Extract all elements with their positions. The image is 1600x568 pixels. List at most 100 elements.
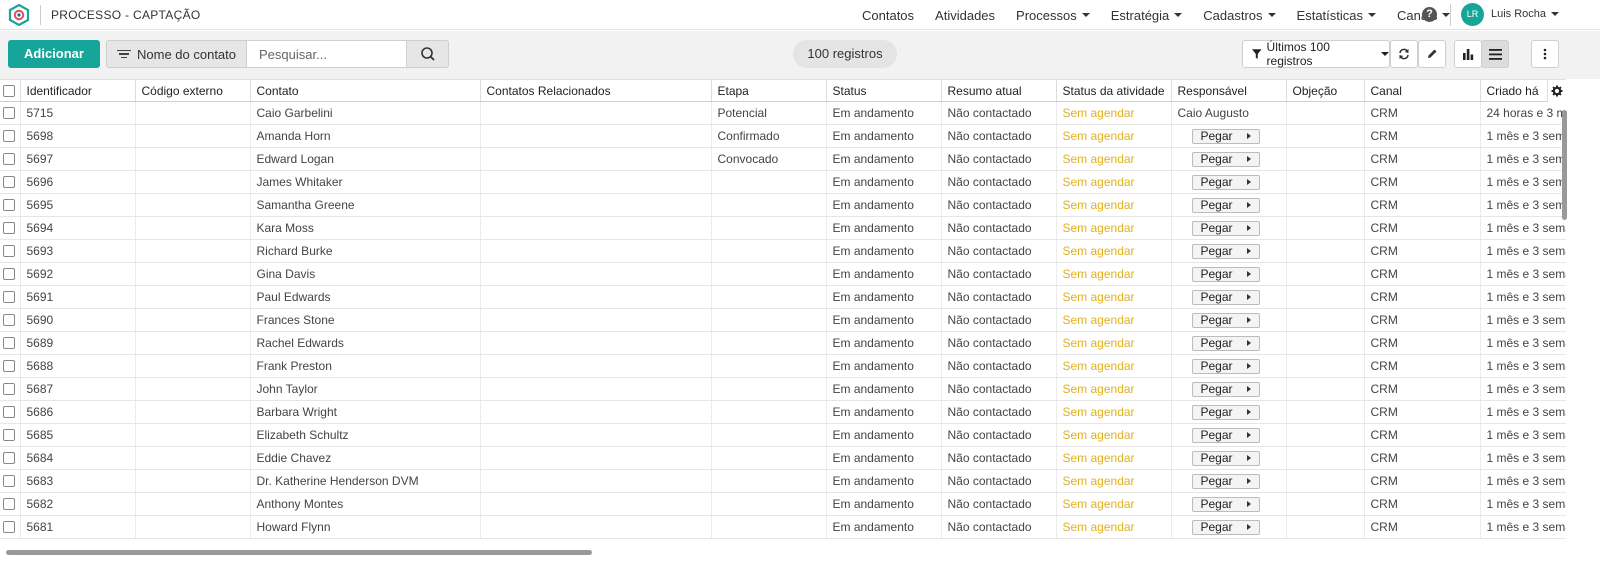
- row-select-cell[interactable]: [0, 377, 21, 401]
- nav-estatisticas[interactable]: Estatísticas: [1297, 8, 1376, 23]
- column-header[interactable]: Responsável: [1171, 79, 1287, 102]
- column-header[interactable]: Identificador: [20, 79, 136, 102]
- column-header[interactable]: Canal: [1364, 79, 1481, 102]
- row-select-cell[interactable]: [0, 239, 21, 263]
- horizontal-scrollbar[interactable]: [6, 550, 592, 555]
- row-select-cell[interactable]: [0, 331, 21, 355]
- table-row[interactable]: 5689 Rachel Edwards Em andamento Não contac…: [0, 331, 1566, 355]
- row-checkbox[interactable]: [3, 383, 15, 395]
- row-select-cell[interactable]: [0, 216, 21, 240]
- pegar-button[interactable]: Pegar: [1191, 473, 1260, 489]
- row-checkbox[interactable]: [3, 475, 15, 487]
- row-checkbox[interactable]: [3, 337, 15, 349]
- pegar-button[interactable]: Pegar: [1191, 335, 1260, 351]
- table-row[interactable]: 5697 Edward Logan Convocado Em andamento Não…: [0, 147, 1566, 171]
- pegar-button[interactable]: Pegar: [1191, 519, 1260, 535]
- row-select-cell[interactable]: [0, 469, 21, 493]
- column-header[interactable]: Contatos Relacionados: [480, 79, 712, 102]
- table-row[interactable]: 5696 James Whitaker Em andamento Não contac…: [0, 170, 1566, 194]
- column-header[interactable]: Contato: [250, 79, 481, 102]
- nav-estrategia[interactable]: Estratégia: [1111, 8, 1183, 23]
- row-select-cell[interactable]: [0, 492, 21, 516]
- row-checkbox[interactable]: [3, 314, 15, 326]
- pegar-button[interactable]: Pegar: [1191, 404, 1260, 420]
- row-checkbox[interactable]: [3, 406, 15, 418]
- table-row[interactable]: 5686 Barbara Wright Em andamento Não contac…: [0, 400, 1566, 424]
- column-header[interactable]: Status da atividade: [1056, 79, 1172, 102]
- avatar[interactable]: LR: [1461, 3, 1484, 26]
- pegar-button[interactable]: Pegar: [1191, 128, 1260, 144]
- vertical-scrollbar[interactable]: [1562, 110, 1567, 220]
- pegar-button[interactable]: Pegar: [1191, 312, 1260, 328]
- edit-button[interactable]: [1418, 40, 1446, 68]
- table-row[interactable]: 5685 Elizabeth Schultz Em andamento Não con…: [0, 423, 1566, 447]
- recent-records-filter[interactable]: Últimos 100 registros: [1242, 40, 1390, 68]
- table-row[interactable]: 5687 John Taylor Em andamento Não contactad…: [0, 377, 1566, 401]
- row-select-cell[interactable]: [0, 170, 21, 194]
- column-header[interactable]: Etapa: [711, 79, 827, 102]
- row-select-cell[interactable]: [0, 147, 21, 171]
- row-checkbox[interactable]: [3, 107, 15, 119]
- row-checkbox[interactable]: [3, 130, 15, 142]
- pegar-button[interactable]: Pegar: [1191, 197, 1260, 213]
- table-row[interactable]: 5682 Anthony Montes Em andamento Não contac…: [0, 492, 1566, 516]
- row-select-cell[interactable]: [0, 423, 21, 447]
- row-select-cell[interactable]: [0, 446, 21, 470]
- user-menu[interactable]: Luis Rocha: [1491, 8, 1560, 20]
- table-row[interactable]: 5698 Amanda Horn Confirmado Em andamento Não…: [0, 124, 1566, 148]
- row-checkbox[interactable]: [3, 360, 15, 372]
- pegar-button[interactable]: Pegar: [1191, 496, 1260, 512]
- row-select-cell[interactable]: [0, 308, 21, 332]
- table-row[interactable]: 5683 Dr. Katherine Henderson DVM Em andame…: [0, 469, 1566, 493]
- row-checkbox[interactable]: [3, 176, 15, 188]
- row-select-cell[interactable]: [0, 400, 21, 424]
- row-checkbox[interactable]: [3, 498, 15, 510]
- table-row[interactable]: 5715 Caio Garbelini Potencial Em andamento N…: [0, 101, 1566, 125]
- column-header[interactable]: Status: [826, 79, 942, 102]
- row-select-cell[interactable]: [0, 124, 21, 148]
- row-checkbox[interactable]: [3, 153, 15, 165]
- column-header[interactable]: Objeção: [1286, 79, 1365, 102]
- pegar-button[interactable]: Pegar: [1191, 243, 1260, 259]
- row-checkbox[interactable]: [3, 429, 15, 441]
- row-checkbox[interactable]: [3, 521, 15, 533]
- column-settings-button[interactable]: [1547, 80, 1566, 102]
- table-row[interactable]: 5695 Samantha Greene Em andamento Não conta…: [0, 193, 1566, 217]
- pegar-button[interactable]: Pegar: [1191, 427, 1260, 443]
- search-button[interactable]: [406, 40, 449, 68]
- table-row[interactable]: 5688 Frank Preston Em andamento Não contact…: [0, 354, 1566, 378]
- search-input[interactable]: [247, 40, 407, 68]
- table-row[interactable]: 5691 Paul Edwards Em andamento Não contacta…: [0, 285, 1566, 309]
- pegar-button[interactable]: Pegar: [1191, 381, 1260, 397]
- row-select-cell[interactable]: [0, 354, 21, 378]
- table-row[interactable]: 5692 Gina Davis Em andamento Não contactado…: [0, 262, 1566, 286]
- pegar-button[interactable]: Pegar: [1191, 266, 1260, 282]
- table-row[interactable]: 5681 Howard Flynn Em andamento Não contacta…: [0, 515, 1566, 539]
- table-row[interactable]: 5694 Kara Moss Em andamento Não contactado S…: [0, 216, 1566, 240]
- chart-view-button[interactable]: [1454, 40, 1482, 68]
- row-select-cell[interactable]: [0, 285, 21, 309]
- pegar-button[interactable]: Pegar: [1191, 151, 1260, 167]
- nav-cadastros[interactable]: Cadastros: [1203, 8, 1276, 23]
- nav-atividades[interactable]: Atividades: [935, 8, 995, 23]
- pegar-button[interactable]: Pegar: [1191, 450, 1260, 466]
- nav-contatos[interactable]: Contatos: [862, 8, 914, 23]
- row-checkbox[interactable]: [3, 245, 15, 257]
- column-header[interactable]: Código externo: [135, 79, 251, 102]
- row-select-cell[interactable]: [0, 101, 21, 125]
- more-options-button[interactable]: [1531, 40, 1559, 68]
- nav-processos[interactable]: Processos: [1016, 8, 1090, 23]
- pegar-button[interactable]: Pegar: [1191, 174, 1260, 190]
- add-button[interactable]: Adicionar: [8, 40, 100, 68]
- help-icon[interactable]: ?: [1422, 7, 1437, 22]
- pegar-button[interactable]: Pegar: [1191, 358, 1260, 374]
- row-checkbox[interactable]: [3, 222, 15, 234]
- select-all-checkbox[interactable]: [3, 84, 15, 97]
- row-select-cell[interactable]: [0, 193, 21, 217]
- row-select-cell[interactable]: [0, 262, 21, 286]
- pegar-button[interactable]: Pegar: [1191, 289, 1260, 305]
- table-row[interactable]: 5690 Frances Stone Em andamento Não contact…: [0, 308, 1566, 332]
- row-select-cell[interactable]: [0, 515, 21, 539]
- pegar-button[interactable]: Pegar: [1191, 220, 1260, 236]
- table-row[interactable]: 5684 Eddie Chavez Em andamento Não contacta…: [0, 446, 1566, 470]
